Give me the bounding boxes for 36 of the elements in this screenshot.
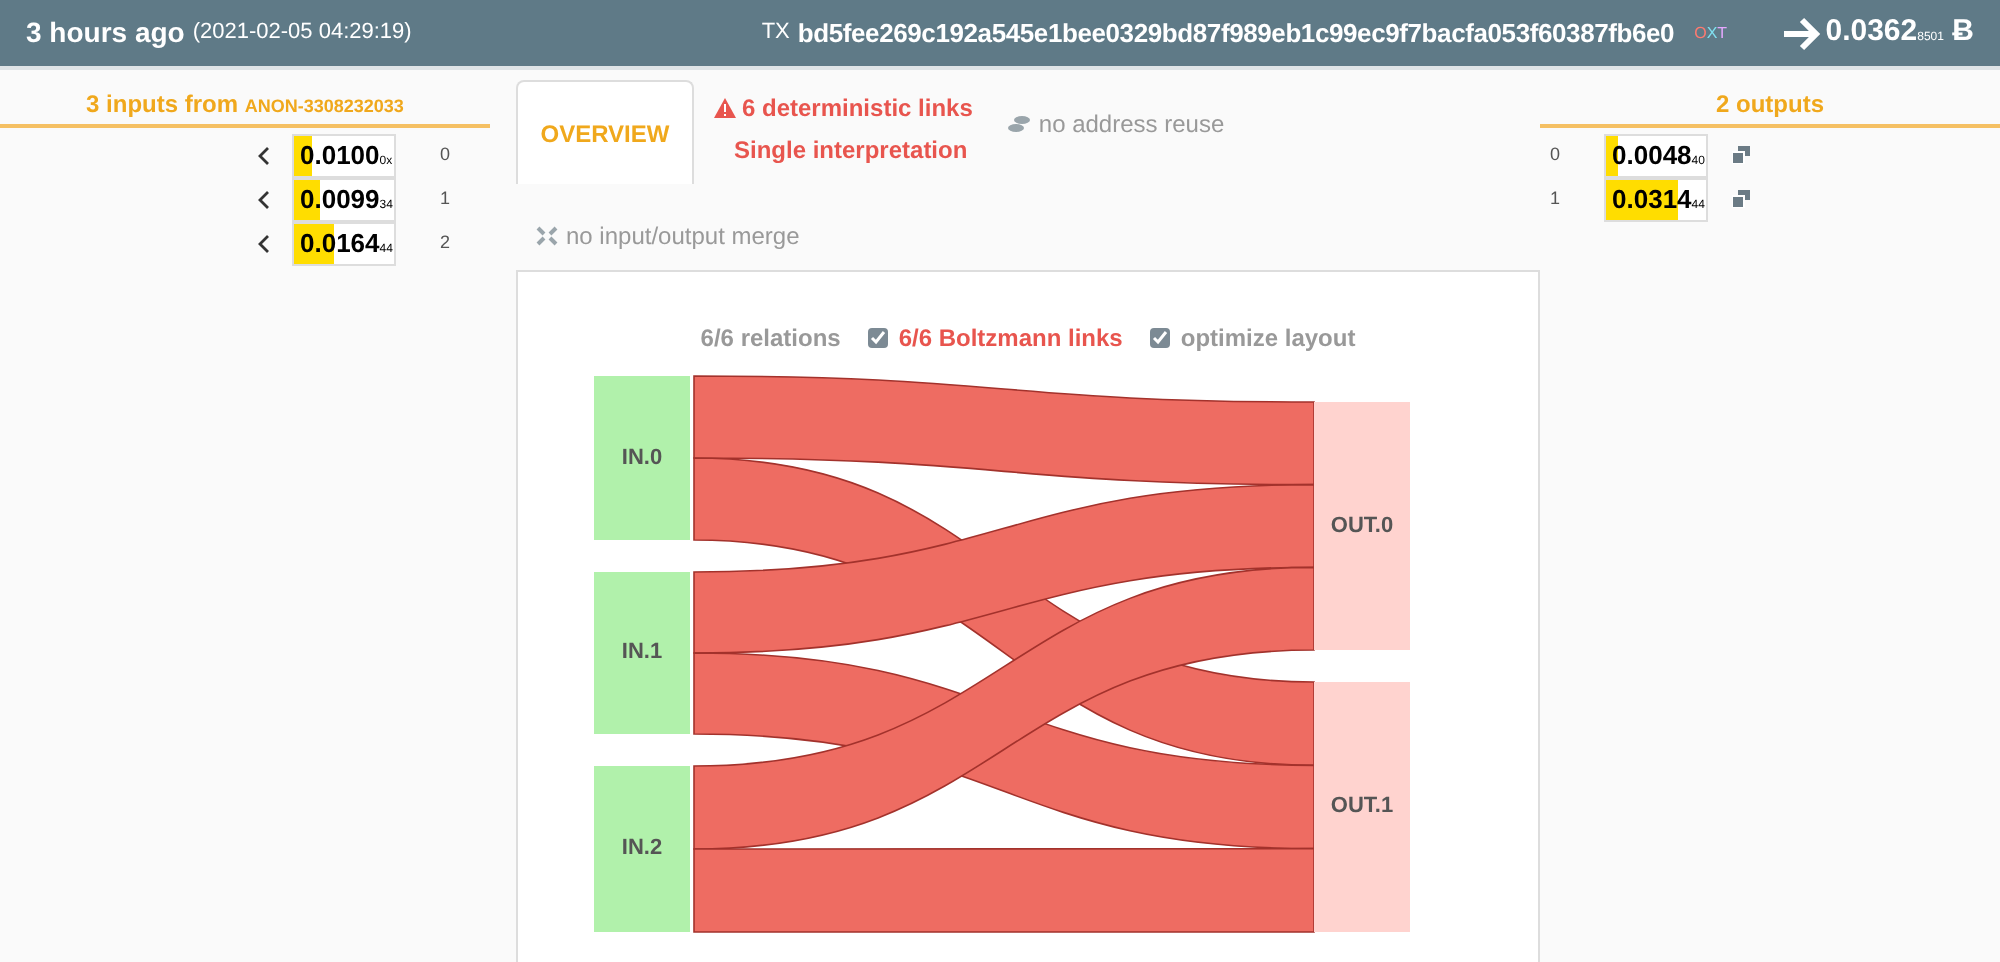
input-node: IN.0 [594, 376, 690, 540]
stack-icon[interactable] [1732, 146, 1751, 164]
output-index: 0 [1550, 141, 1561, 168]
output-node: OUT.0 [1314, 402, 1410, 650]
interpretation-text: Single interpretation [734, 134, 970, 168]
merge-text: no input/output merge [566, 220, 800, 254]
input-node: IN.2 [594, 766, 690, 932]
input-index: 1 [440, 185, 451, 212]
tx-age: 3 hours ago [26, 14, 185, 52]
arrow-right-icon [1781, 15, 1822, 51]
deterministic-links-warning: 6 deterministic links [742, 92, 973, 126]
input-index: 2 [440, 229, 451, 256]
chevron-left-icon[interactable] [256, 189, 272, 209]
inputs-heading: 3 inputs from ANON-3308232033 [0, 86, 490, 128]
stack-icon[interactable] [1732, 190, 1751, 208]
chevron-left-icon[interactable] [256, 145, 272, 165]
tab[interactable]: OVERVIEW [516, 80, 694, 184]
output-index: 1 [1550, 185, 1561, 212]
option-label[interactable]: 6/6 Boltzmann links [898, 320, 1123, 356]
chevron-left-icon[interactable] [256, 233, 272, 253]
input-index: 0 [440, 141, 451, 168]
option-label[interactable]: optimize layout [1180, 320, 1356, 356]
input-node: IN.1 [594, 572, 690, 734]
checked-checkbox[interactable] [868, 328, 889, 348]
tx-timestamp: (2021-02-05 04:29:19) [192, 18, 412, 49]
oxt-link[interactable]: OXT [1694, 21, 1728, 45]
relations-count: 6/6 relations [700, 322, 841, 356]
checked-checkbox[interactable] [1150, 328, 1171, 348]
merge-icon [536, 226, 558, 246]
warning-icon [714, 98, 736, 118]
output-node: OUT.1 [1314, 682, 1410, 932]
footprints-icon [1008, 116, 1031, 132]
tx-id: bd5fee269c192a545e1bee0329bd87f989eb1c99ec9f7bacfa053f60387fb6e0 [797, 15, 1675, 52]
tx-label: TX [761, 18, 790, 49]
address-reuse-text: no address reuse [1038, 108, 1225, 142]
outputs-heading: 2 outputs [1540, 86, 2000, 128]
